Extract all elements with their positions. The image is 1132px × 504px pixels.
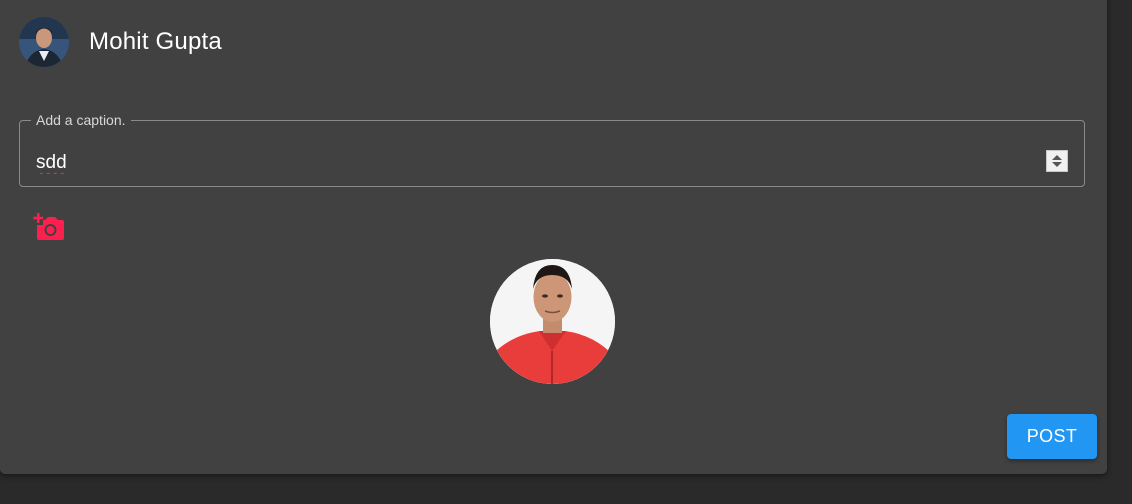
caption-field: Add a caption. bbox=[19, 112, 1085, 187]
add-photo-button[interactable] bbox=[32, 211, 66, 245]
caption-label: Add a caption. bbox=[36, 112, 126, 128]
page: Mohit Gupta Add a caption. sdd POST bbox=[0, 0, 1132, 504]
caption-input[interactable] bbox=[36, 148, 1026, 178]
spin-up-icon bbox=[1052, 155, 1062, 160]
post-header: Mohit Gupta bbox=[19, 17, 222, 67]
preview-photo bbox=[490, 259, 615, 384]
post-button[interactable]: POST bbox=[1007, 414, 1097, 459]
user-avatar-image bbox=[19, 17, 69, 67]
image-preview bbox=[490, 259, 615, 384]
add-a-photo-icon bbox=[33, 213, 64, 240]
caption-spin-button[interactable] bbox=[1046, 150, 1068, 172]
post-card: Mohit Gupta Add a caption. sdd POST bbox=[0, 0, 1107, 474]
spin-down-icon bbox=[1052, 162, 1062, 167]
user-avatar[interactable] bbox=[19, 17, 69, 67]
user-name: Mohit Gupta bbox=[89, 28, 222, 55]
